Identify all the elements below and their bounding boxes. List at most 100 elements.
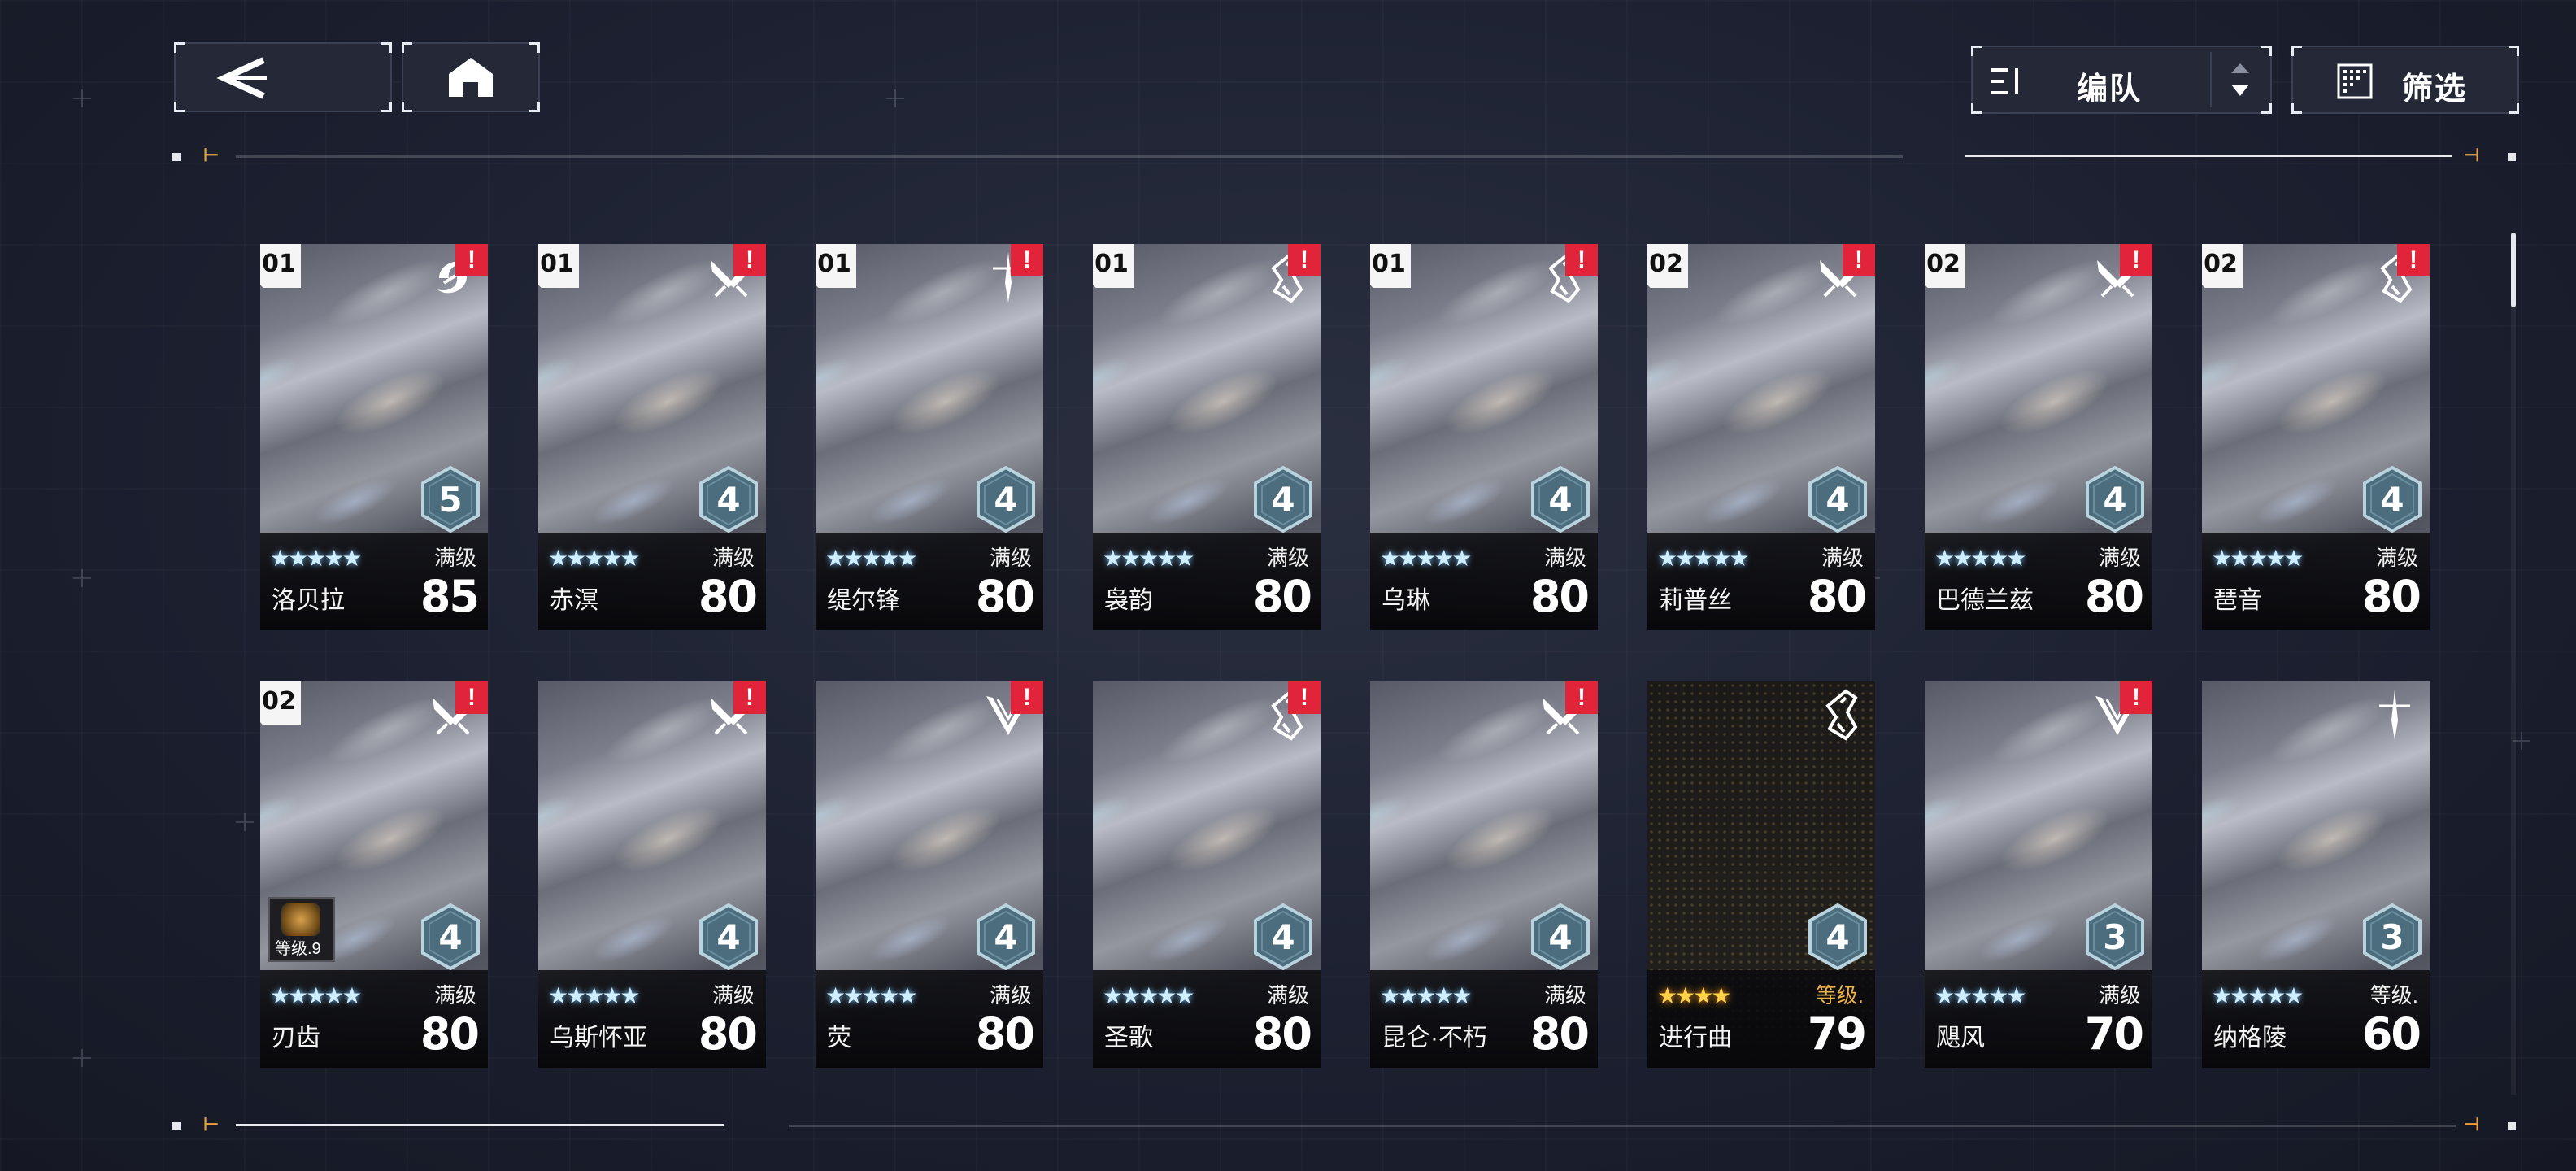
character-name: 赤溟: [550, 587, 598, 614]
team-badge: 01: [538, 244, 579, 288]
alert-badge-icon: !: [455, 681, 488, 714]
rank-value: 4: [994, 916, 1018, 957]
rank-value: 3: [2380, 916, 2404, 957]
team-badge: 02: [260, 681, 301, 725]
character-level: 80: [1807, 571, 1867, 622]
filter-button[interactable]: 筛选: [2291, 46, 2519, 114]
rank-value: 4: [1548, 916, 1573, 957]
rank-value: 4: [716, 479, 741, 520]
rank-value: 4: [1825, 916, 1850, 957]
rank-hex-icon: 4: [699, 466, 758, 533]
level-label: 满级: [1543, 983, 1586, 1008]
star-rating: ★★★★: [1657, 983, 1731, 1008]
level-label: 满级: [1821, 546, 1864, 570]
character-level: 80: [698, 1008, 758, 1060]
character-card[interactable]: ! 4 ★★★★★ 满级 圣歌 80: [1093, 681, 1321, 1068]
alert-badge-icon: !: [1843, 244, 1875, 276]
character-card[interactable]: ! 4 ★★★★★ 满级荧 80: [816, 681, 1043, 1068]
sword-class-icon: [2368, 688, 2422, 742]
character-level: 80: [1530, 571, 1590, 622]
character-name: 飓风: [1936, 1025, 1985, 1051]
rank-value: 4: [1825, 479, 1850, 520]
rank-hex-icon: 4: [1531, 903, 1590, 970]
character-card[interactable]: 01! 4 ★★★★★ 满级 袅韵 80: [1093, 244, 1321, 630]
character-card[interactable]: 02! 4 ★★★★★ 满级 巴德兰兹 80: [1925, 244, 2152, 630]
star-rating: ★★★★★: [270, 983, 363, 1008]
rank-value: 4: [994, 479, 1018, 520]
character-card[interactable]: ! 4 ★★★★★ 满级昆仑·不朽 80: [1370, 681, 1598, 1068]
sort-order-toggle[interactable]: [2210, 52, 2270, 107]
character-card[interactable]: 01! 5 ★★★★★ 满级 洛贝拉 85: [260, 244, 488, 630]
level-label: 满级: [711, 546, 755, 570]
character-card[interactable]: 02! 4 ★★★★★ 满级 莉普丝 80: [1647, 244, 1875, 630]
back-button[interactable]: [174, 42, 392, 112]
character-level: 80: [420, 1008, 480, 1060]
character-name: 圣歌: [1104, 1025, 1153, 1051]
team-badge: 01: [260, 244, 301, 288]
rank-hex-icon: 4: [421, 903, 480, 970]
rank-hex-icon: 4: [699, 903, 758, 970]
character-card[interactable]: 01! 4 ★★★★★ 满级 赤溟 80: [538, 244, 766, 630]
sort-label: 编队: [2077, 72, 2143, 107]
rank-hex-icon: 5: [421, 466, 480, 533]
star-rating: ★★★★★: [1380, 546, 1473, 571]
scrollbar-thumb[interactable]: [2511, 233, 2516, 307]
level-label: 满级: [989, 983, 1032, 1008]
rank-hex-icon: 4: [1808, 466, 1867, 533]
star-rating: ★★★★★: [1657, 546, 1750, 571]
alert-badge-icon: !: [455, 244, 488, 276]
character-name: 莉普丝: [1659, 587, 1732, 614]
rank-hex-icon: 4: [2086, 466, 2144, 533]
character-card[interactable]: 3 ★★★★★ 等级. 纳格陵 60: [2202, 681, 2430, 1068]
star-rating: ★★★★★: [270, 546, 363, 571]
weapon-slot: 等级.9: [268, 897, 335, 962]
rank-value: 3: [2103, 916, 2127, 957]
rank-value: 4: [2380, 479, 2404, 520]
team-badge: 01: [816, 244, 856, 288]
star-rating: ★★★★★: [1103, 546, 1195, 571]
character-card[interactable]: ! 4 ★★★★★ 满级 乌斯怀亚 80: [538, 681, 766, 1068]
character-card[interactable]: 02! 4 等级.9 ★★★★★ 满级 刃齿 80: [260, 681, 488, 1068]
star-rating: ★★★★★: [1380, 983, 1473, 1008]
scrollbar-track[interactable]: [2511, 233, 2516, 1095]
character-name: 进行曲: [1659, 1025, 1732, 1051]
character-level: 80: [2361, 571, 2422, 622]
character-level: 85: [420, 571, 480, 622]
level-label: 满级: [2098, 546, 2141, 570]
level-label: 满级: [1266, 983, 1309, 1008]
back-arrow-icon: [216, 57, 267, 99]
character-name: 昆仑·不朽: [1382, 1025, 1487, 1051]
weapon-level: 等级.9: [275, 940, 321, 958]
character-card[interactable]: 4 ★★★★ 等级. 进行曲 79: [1647, 681, 1875, 1068]
sort-list-icon: [1991, 68, 2018, 94]
alert-badge-icon: !: [1565, 244, 1598, 276]
character-level: 80: [2084, 571, 2144, 622]
character-name: 琶音: [2213, 587, 2262, 614]
character-level: 80: [1530, 1008, 1590, 1060]
level-label: 满级: [1266, 546, 1309, 570]
character-name: 巴德兰兹: [1936, 587, 2034, 614]
star-rating: ★★★★★: [2212, 546, 2304, 571]
star-rating: ★★★★★: [1934, 983, 2027, 1008]
character-card[interactable]: 01! 4 ★★★★★ 满级 缇尔锋 80: [816, 244, 1043, 630]
home-button[interactable]: [402, 42, 540, 112]
character-card[interactable]: ! 3 ★★★★★ 满级 飓风 70: [1925, 681, 2152, 1068]
rank-hex-icon: 4: [977, 466, 1035, 533]
team-badge: 01: [1093, 244, 1134, 288]
character-card[interactable]: 02! 4 ★★★★★ 满级 琶音 80: [2202, 244, 2430, 630]
alert-badge-icon: !: [1288, 244, 1321, 276]
level-label: 满级: [2098, 983, 2141, 1008]
sort-button[interactable]: 编队: [1971, 46, 2272, 114]
alert-badge-icon: !: [1565, 681, 1598, 714]
character-level: 80: [975, 571, 1035, 622]
alert-badge-icon: !: [1288, 681, 1321, 714]
character-card[interactable]: 01! 4 ★★★★★ 满级 乌琳 80: [1370, 244, 1598, 630]
character-name: 洛贝拉: [272, 587, 345, 614]
character-name: 荧: [827, 1025, 851, 1051]
alert-badge-icon: !: [2397, 244, 2430, 276]
character-name: 缇尔锋: [827, 587, 900, 614]
character-level: 80: [975, 1008, 1035, 1060]
level-label: 满级: [711, 983, 755, 1008]
star-rating: ★★★★★: [2212, 983, 2304, 1008]
alert-badge-icon: !: [733, 681, 766, 714]
